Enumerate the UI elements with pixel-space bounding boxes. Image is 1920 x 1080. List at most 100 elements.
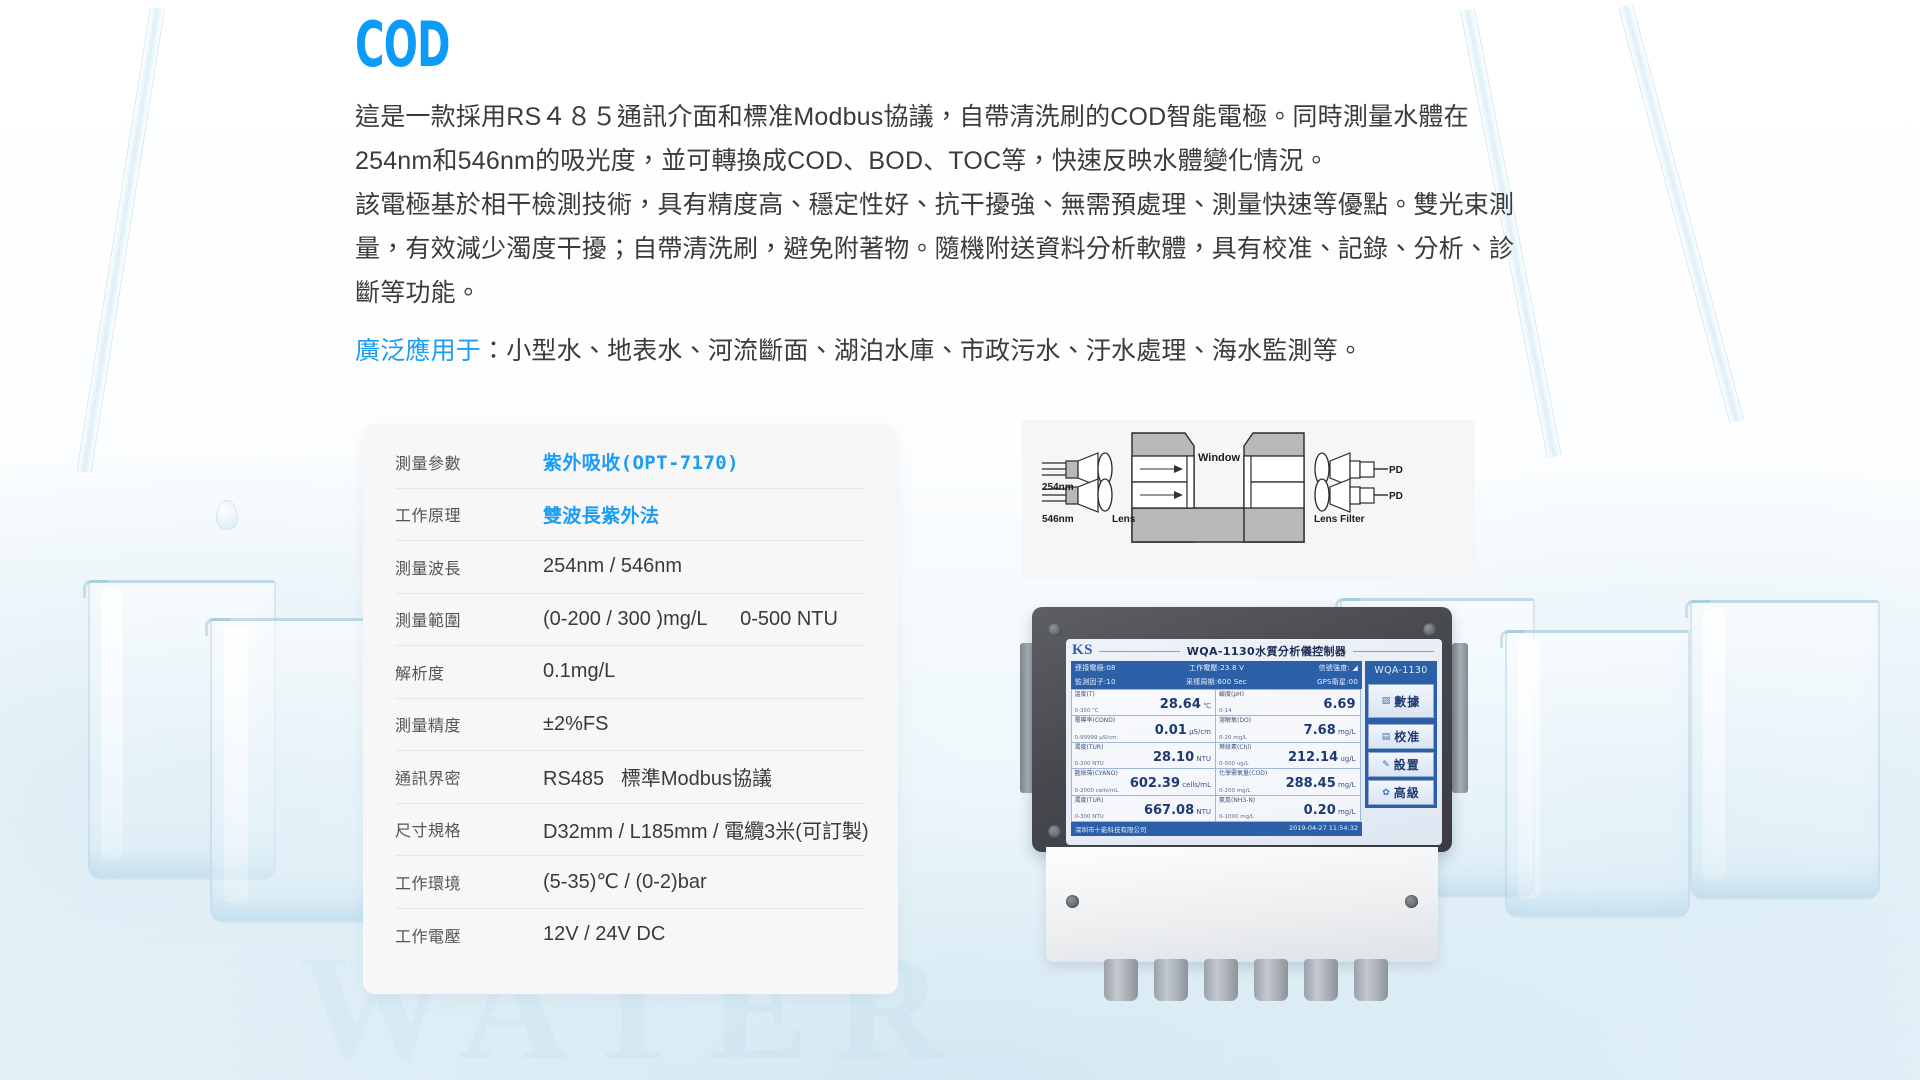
specification-table: 測量參數 紫外吸收(OPT-7170) 工作原理 雙波長紫外法測量波長 254nm / … — [363, 424, 898, 994]
reading-cell[interactable]: 濁度(TUR) 667.08 NTU 0-300 NTU — [1070, 794, 1216, 822]
wrench-icon: ✎ — [1382, 759, 1391, 770]
reading-value: 667.08 NTU — [1143, 802, 1211, 818]
lcd-button-label: 高級 — [1393, 786, 1420, 800]
reading-range: 0-99999 µS/cm — [1074, 734, 1117, 741]
description-line: 254nm和546nm的吸光度，並可轉換成COD、BOD、TOC等，快速反映水體… — [355, 147, 1329, 175]
spec-value: 254nm / 546nm — [543, 555, 682, 578]
spec-value: ±2%FS — [543, 712, 609, 735]
status-factor: 監測因子:10 — [1075, 678, 1116, 686]
spec-value: 雙波長紫外法 — [543, 504, 660, 527]
lcd-button-1[interactable]: ▨ 數據 — [1368, 684, 1434, 718]
spec-value: 紫外吸收(OPT-7170) — [543, 452, 739, 475]
lcd-button-column: ▨ 數據 ▤ 校准 ✎ 設置 ✿ 高級 — [1365, 681, 1437, 808]
footer-company: 深圳市十能科技有限公司 — [1075, 825, 1147, 834]
reading-range: 0-14 — [1219, 708, 1232, 714]
spec-row: 解析度 0.1mg/L — [395, 646, 864, 699]
optical-path-diagram: 254nm 546nm Lens Window Lens Filter PD P… — [1022, 420, 1475, 580]
mounting-bracket — [1452, 643, 1468, 793]
screw-icon — [1405, 895, 1418, 908]
label-lens-filter: Lens Filter — [1314, 514, 1365, 525]
spec-value: (5-35)℃ / (0-2)bar — [543, 871, 707, 894]
reading-range: 0-300 NTU — [1074, 761, 1104, 767]
reading-cell[interactable]: 化學需氧量(COD) 288.45 mg/L 0-200 mg/L — [1215, 768, 1361, 796]
reading-value: 7.68 mg/L — [1303, 723, 1356, 738]
reading-value: 6.69 — [1323, 696, 1356, 712]
spec-value: RS485 標準Modbus協議 — [543, 768, 772, 791]
chart-icon: ▨ — [1381, 696, 1392, 706]
reading-range: 0-300 NTU — [1074, 814, 1104, 820]
footer-timestamp: 2019-04-27 11:54:32 — [1288, 823, 1358, 832]
spec-value: D32mm / L185mm / 電纜3米(可訂製) — [543, 820, 869, 843]
cable-gland — [1254, 959, 1288, 1001]
reading-range: 0-2000 cells/mL — [1074, 787, 1119, 794]
title-rule — [1099, 650, 1180, 652]
spec-value: 0.1mg/L — [543, 660, 616, 683]
reading-cell[interactable]: 電導率(COND) 0.01 µS/cm 0-99999 µS/cm — [1070, 715, 1216, 743]
reading-unit: NTU — [1194, 807, 1211, 816]
cable-gland — [1304, 959, 1338, 1001]
reading-range: 0-20 mg/L — [1219, 734, 1247, 741]
cable-gland — [1154, 959, 1188, 1001]
device-lcd-screen[interactable]: KS WQA-1130水質分析儀控制器 連接電極:08 工作電壓:23.8 V … — [1066, 639, 1442, 845]
beaker-glass — [1500, 630, 1690, 918]
reading-cell[interactable]: 鹼度(pH) 6.69 0-14 — [1215, 688, 1361, 716]
advanced-icon: ✿ — [1382, 787, 1391, 798]
reading-cell[interactable]: 溶解氧(DO) 7.68 mg/L 0-20 mg/L — [1215, 715, 1361, 743]
title-rule — [1353, 650, 1435, 652]
spec-row: 工作環境 (5-35)℃ / (0-2)bar — [395, 856, 864, 909]
status-probe-address: 連接電極:08 — [1075, 664, 1116, 672]
spec-value: (0-200 / 300 )mg/L 0-500 NTU — [543, 607, 838, 630]
label-pd-bottom: PD — [1389, 491, 1403, 502]
reading-range: 0-500 ug/L — [1219, 761, 1249, 767]
spec-row: 工作原理 雙波長紫外法 — [395, 489, 864, 541]
device-model-chip: WQA-1130 — [1365, 661, 1437, 681]
screw-icon — [1048, 825, 1061, 838]
spec-label: 解析度 — [395, 665, 445, 683]
reading-unit: mg/L — [1335, 728, 1356, 736]
device-enclosure-top: KS WQA-1130水質分析儀控制器 連接電極:08 工作電壓:23.8 V … — [1032, 607, 1452, 852]
reading-cell[interactable]: 溫度(T) 28.64 ℃ 0-350 ℃ — [1070, 688, 1216, 716]
spec-label: 測量波長 — [395, 560, 462, 578]
status-interval: 采樣周期:600 Sec — [1186, 678, 1247, 686]
spec-row: 測量範圍 (0-200 / 300 )mg/L 0-500 NTU — [395, 594, 864, 646]
application-value: ：小型水、地表水、河流斷面、湖泊水庫、市政污水、汙水處理、海水監測等。 — [481, 337, 1364, 365]
status-gps: GPS衛星:00 — [1317, 678, 1358, 686]
reading-unit: ug/L — [1338, 754, 1356, 763]
spec-label: 工作電壓 — [395, 928, 462, 946]
spec-label: 測量參數 — [395, 455, 462, 473]
spec-label: 通訊界密 — [395, 770, 462, 788]
reading-unit: mg/L — [1335, 807, 1356, 816]
cable-gland — [1104, 959, 1138, 1001]
status-bar-row-1: 連接電極:08 工作電壓:23.8 V 信號強度: ◢ — [1071, 661, 1362, 675]
reading-cell[interactable]: 藍綠藻(CYANO) 602.39 cells/mL 0-2000 cells/mL — [1070, 768, 1216, 796]
reading-cell[interactable]: 濁度(TUR) 28.10 NTU 0-300 NTU — [1070, 741, 1216, 769]
reading-cell[interactable]: 葉綠素(Chl) 212.14 ug/L 0-500 ug/L — [1215, 741, 1361, 769]
lcd-footer: 深圳市十能科技有限公司 2019-04-27 11:54:32 — [1071, 821, 1362, 836]
spec-label: 測量精度 — [395, 718, 462, 736]
product-description: 這是一款採用RS４８５通訊介面和標准Modbus協議，自帶清洗刷的COD智能電極… — [355, 95, 1585, 373]
reading-value: 28.10 NTU — [1153, 749, 1211, 765]
reading-range: 0-350 ℃ — [1074, 708, 1099, 714]
label-lens: Lens — [1112, 514, 1136, 525]
description-line: 這是一款採用RS４８５通訊介面和標准Modbus協議，自帶清洗刷的COD智能電極… — [355, 103, 1469, 131]
reading-value: 602.39 cells/mL — [1129, 776, 1211, 791]
lcd-button-label: 校准 — [1394, 730, 1421, 744]
lcd-button-label: 數據 — [1394, 694, 1421, 709]
reading-value: 0.01 µS/cm — [1154, 723, 1211, 738]
spec-label: 工作環境 — [395, 875, 462, 893]
spec-row: 尺寸規格 D32mm / L185mm / 電纜3米(可訂製) — [395, 804, 869, 856]
screw-icon — [1048, 623, 1061, 636]
reading-cell[interactable]: 氨氮(NH3-N) 0.20 mg/L 0-1000 mg/L — [1215, 794, 1361, 822]
spec-value: 12V / 24V DC — [543, 923, 666, 946]
reading-range: 0-1000 mg/L — [1219, 814, 1254, 820]
diagram-svg: 254nm 546nm Lens Window Lens Filter PD P… — [1042, 432, 1403, 543]
reading-unit: cells/mL — [1180, 781, 1211, 789]
spec-label: 測量範圍 — [395, 613, 462, 631]
lcd-button-4[interactable]: ✿ 高級 — [1368, 780, 1434, 805]
lcd-button-3[interactable]: ✎ 設置 — [1368, 752, 1434, 777]
lcd-side-panel: WQA-1130 ▨ 數據 ▤ 校准 ✎ 設置 ✿ 高級 — [1365, 661, 1437, 836]
device-title: WQA-1130水質分析儀控制器 — [1186, 645, 1347, 658]
lcd-button-label: 設置 — [1393, 758, 1420, 772]
lcd-main-panel: 連接電極:08 工作電壓:23.8 V 信號強度: ◢ 監測因子:10 采樣周期… — [1070, 661, 1362, 836]
lcd-button-2[interactable]: ▤ 校准 — [1368, 724, 1434, 749]
